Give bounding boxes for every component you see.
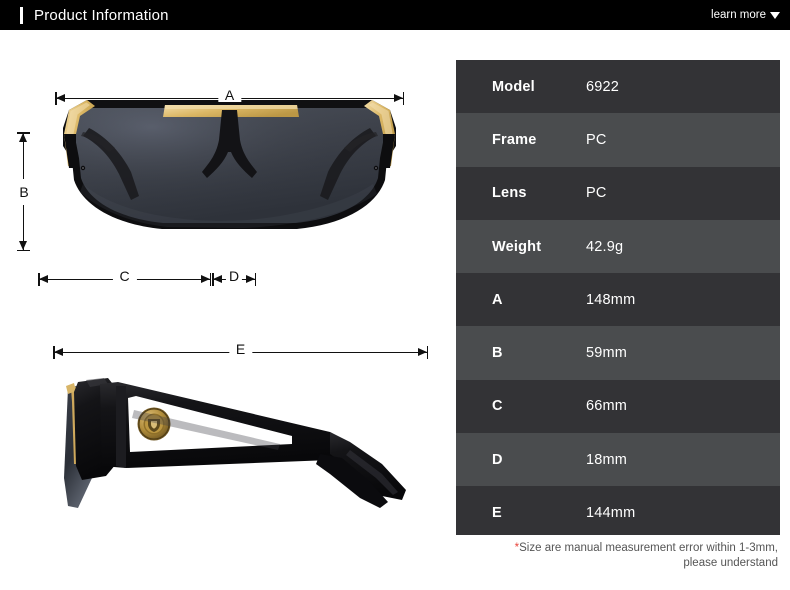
spec-value: 144mm	[586, 505, 636, 522]
spec-value: 18mm	[586, 451, 628, 468]
spec-key: Frame	[492, 131, 537, 148]
dimension-arrow-right	[418, 348, 427, 357]
sunglasses-front-view	[63, 100, 396, 229]
spec-key: Lens	[492, 185, 527, 202]
spec-row: C 66mm	[456, 380, 780, 433]
side-rim-left	[64, 134, 76, 168]
spec-value: PC	[586, 131, 607, 148]
hinge-rivet-right-center	[375, 167, 377, 169]
spec-key: E	[492, 505, 502, 522]
dimension-arrow-top	[19, 133, 28, 142]
header-accent-bar	[20, 6, 23, 24]
spec-row: Model 6922	[456, 60, 780, 113]
dimension-arrow-right	[394, 94, 403, 103]
spec-key: B	[492, 345, 503, 362]
dimension-callout-c: C	[38, 269, 211, 287]
learn-more-button[interactable]: learn more	[711, 9, 780, 21]
dimension-label-c: C	[112, 269, 137, 283]
spec-value: 42.9g	[586, 238, 624, 255]
page-header: Product Information learn more	[0, 0, 790, 30]
dimension-arrow-right	[246, 275, 255, 284]
spec-row: Frame PC	[456, 113, 780, 167]
measurement-footnote: *Size are manual measurement error withi…	[456, 541, 780, 571]
learn-more-label: learn more	[711, 9, 766, 21]
dimension-arrow-bottom	[19, 241, 28, 250]
dimension-callout-b: B	[14, 132, 34, 251]
spec-key: Weight	[492, 238, 542, 255]
spec-value: PC	[586, 185, 607, 202]
spec-key: A	[492, 291, 503, 308]
spec-value: 6922	[586, 78, 620, 95]
spec-value: 148mm	[586, 291, 636, 308]
specification-table: Model 6922 Frame PC Lens PC Weight 42.9g A 148mm B…	[456, 60, 780, 535]
dimension-arrow-left	[213, 275, 222, 284]
page-title: Product Information	[34, 6, 169, 24]
spec-key: C	[492, 398, 503, 415]
dimension-arrow-left	[56, 94, 65, 103]
spec-row: B 59mm	[456, 326, 780, 380]
spec-row: D 18mm	[456, 433, 780, 487]
spec-row: Weight 42.9g	[456, 219, 780, 274]
hinge-rivet-left-center	[82, 167, 84, 169]
dimension-label-b: B	[14, 178, 34, 205]
chevron-down-icon	[770, 11, 780, 19]
spec-row: E 144mm	[456, 486, 780, 539]
dimension-label-d: D	[225, 269, 243, 283]
spec-key: Model	[492, 78, 535, 95]
dimension-arrow-right	[201, 275, 210, 284]
spec-key: D	[492, 451, 503, 468]
side-hinge-band	[116, 386, 126, 468]
dimension-arrow-left	[39, 275, 48, 284]
footnote-line-2: please understand	[683, 557, 778, 569]
dimension-arrow-left	[54, 348, 63, 357]
dimension-callout-e: E	[53, 342, 428, 360]
dimension-callout-a: A	[55, 88, 404, 106]
sunglasses-side-view	[64, 378, 406, 508]
spec-value: 59mm	[586, 345, 628, 362]
spec-row: A 148mm	[456, 273, 780, 326]
spec-row: Lens PC	[456, 167, 780, 220]
dimension-callout-d: D	[212, 269, 256, 287]
side-rim-right	[383, 134, 395, 168]
spec-value: 66mm	[586, 398, 628, 415]
dimension-label-a: A	[217, 88, 242, 102]
footnote-line-1: Size are manual measurement error within…	[519, 542, 778, 554]
product-image-pane: A B C D E	[0, 30, 455, 590]
dimension-label-e: E	[228, 342, 253, 356]
